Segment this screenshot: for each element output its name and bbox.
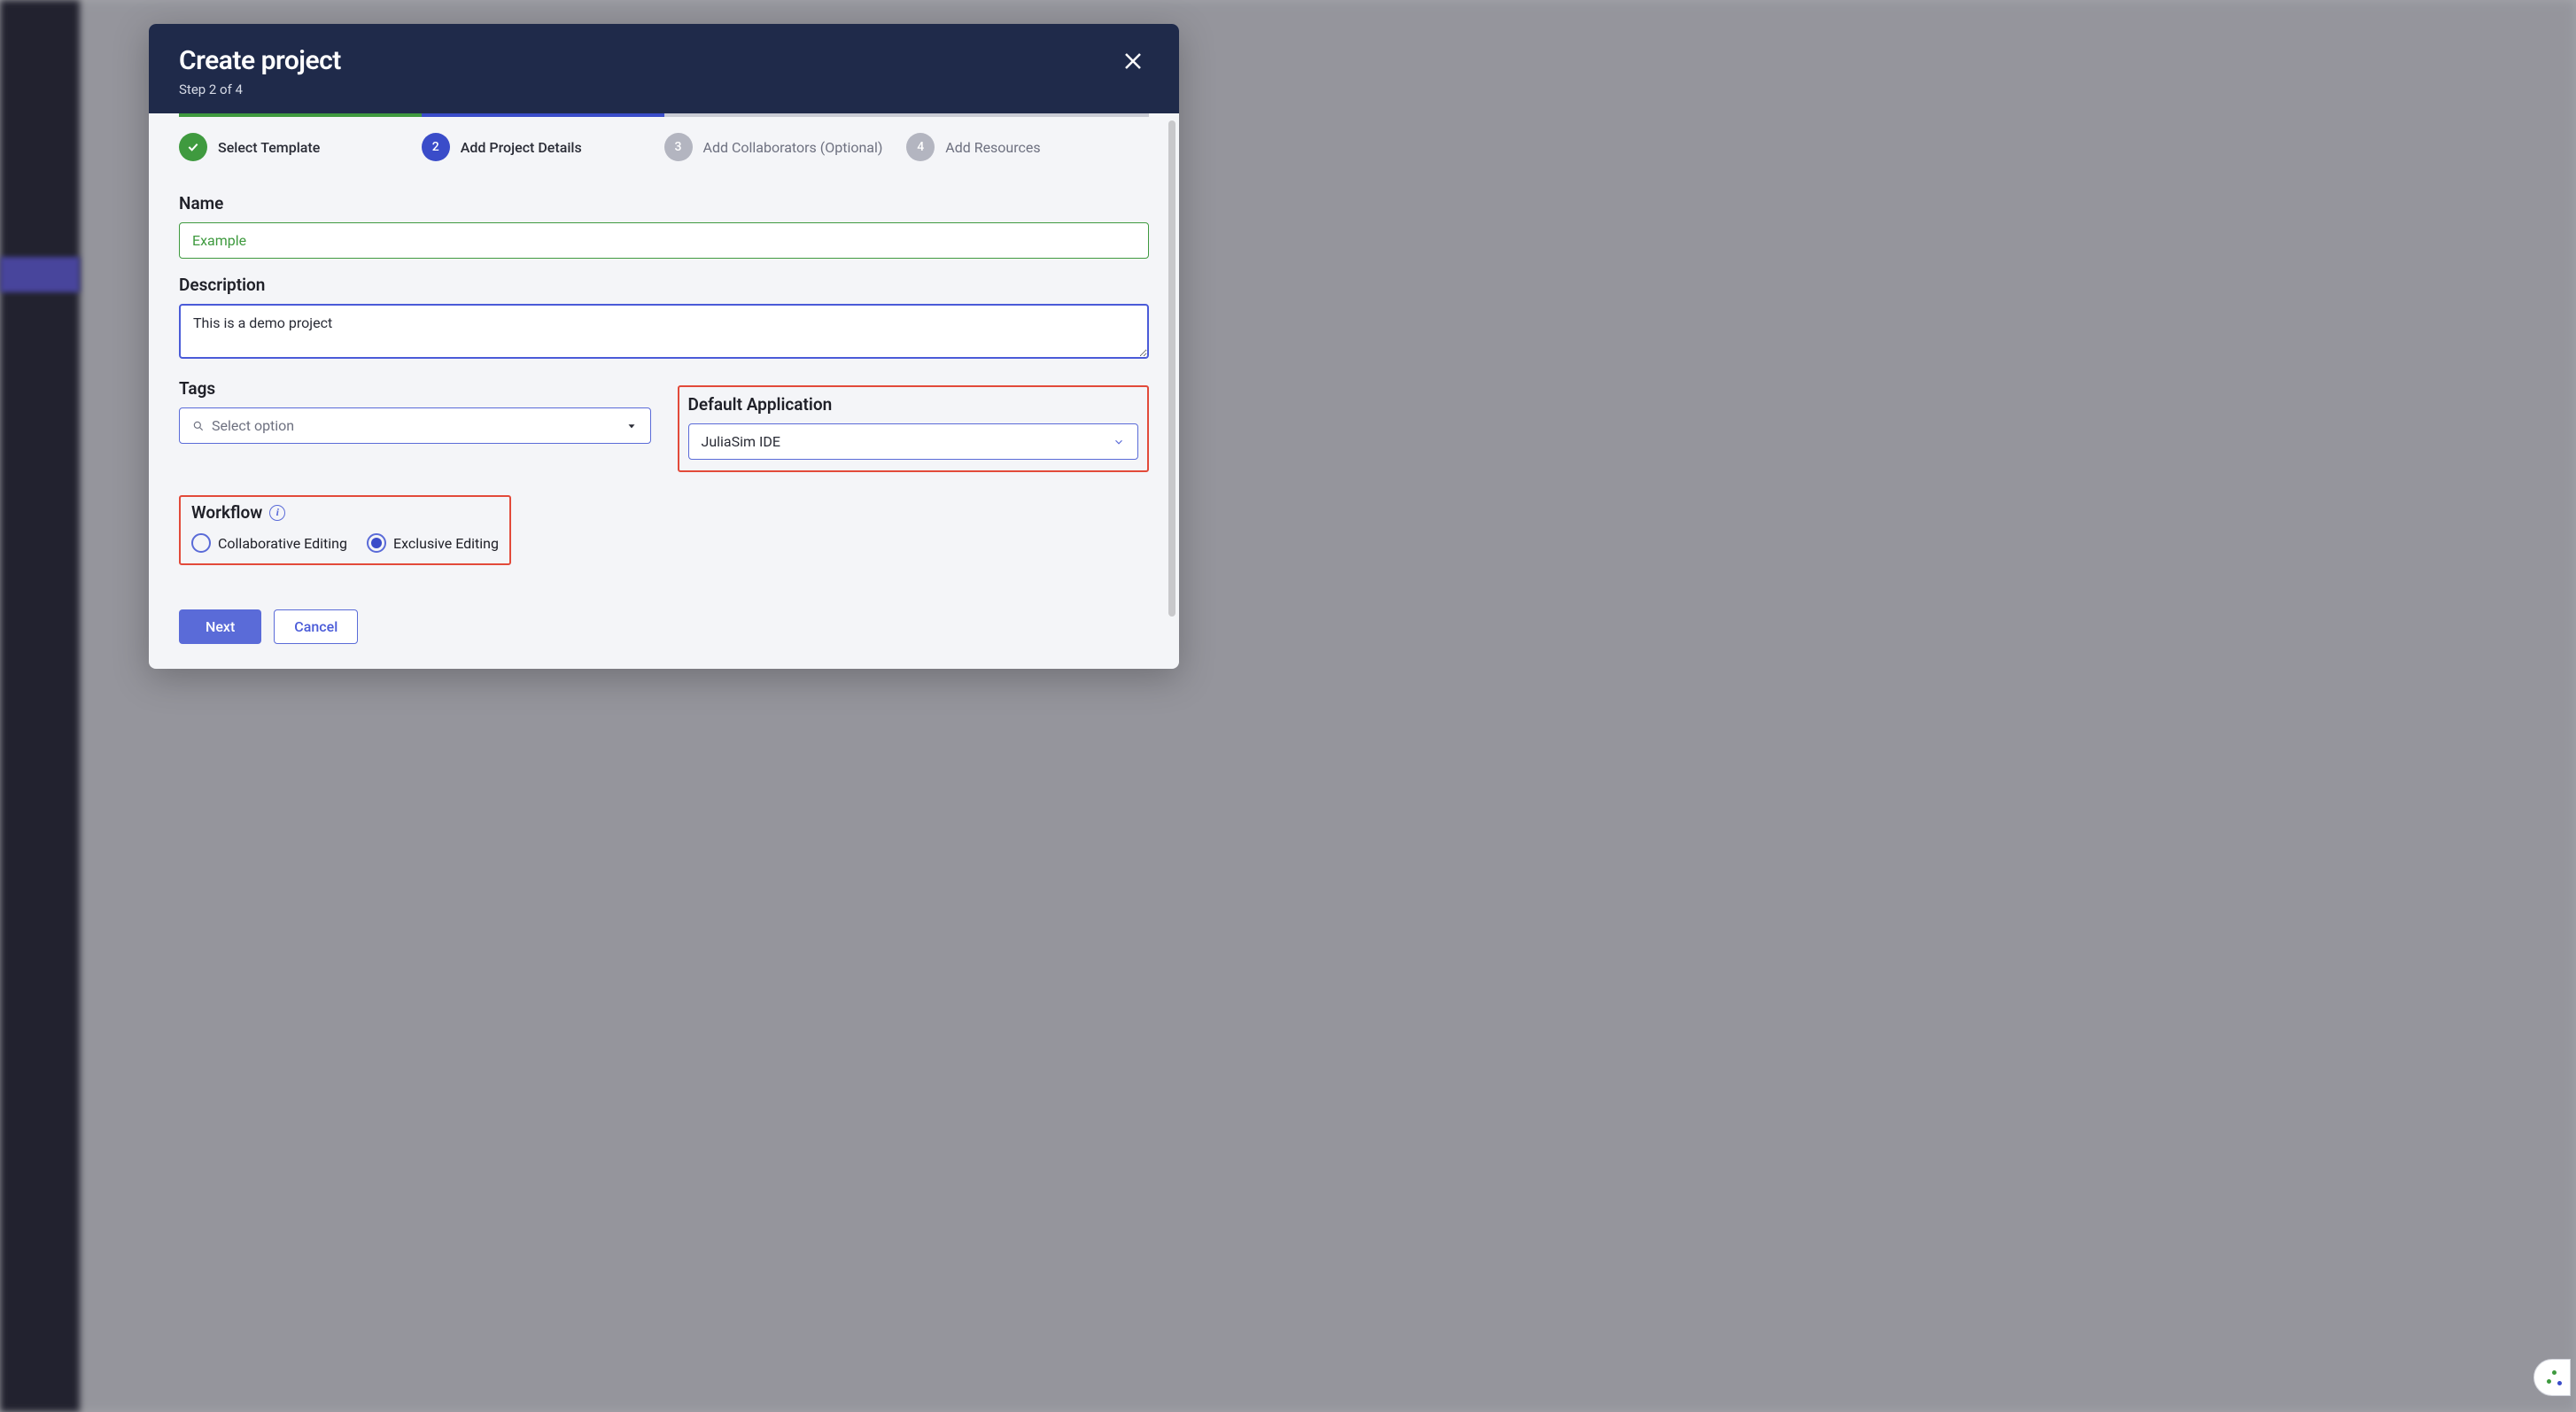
next-button[interactable]: Next bbox=[179, 609, 261, 644]
step-4-circle: 4 bbox=[906, 133, 935, 161]
caret-down-icon bbox=[625, 420, 638, 432]
cancel-button[interactable]: Cancel bbox=[274, 609, 358, 644]
modal-body: Select Template 2 Add Project Details 3 … bbox=[149, 113, 1179, 669]
description-group: Description bbox=[179, 275, 1149, 362]
modal-title: Create project bbox=[179, 45, 341, 76]
workflow-radio-group: Collaborative Editing Exclusive Editing bbox=[191, 533, 499, 553]
default-app-select[interactable]: JuliaSim IDE bbox=[688, 423, 1139, 460]
default-app-value: JuliaSim IDE bbox=[702, 433, 780, 450]
tags-label: Tags bbox=[179, 378, 651, 399]
radio-exclusive-circle bbox=[367, 533, 386, 553]
scrollbar[interactable] bbox=[1168, 120, 1175, 617]
description-input[interactable] bbox=[179, 304, 1149, 359]
cookie-widget[interactable] bbox=[2533, 1359, 2571, 1396]
info-icon[interactable]: i bbox=[269, 505, 285, 521]
name-group: Name bbox=[179, 193, 1149, 259]
radio-exclusive-label: Exclusive Editing bbox=[393, 535, 499, 552]
search-icon bbox=[192, 420, 205, 432]
default-app-highlight: Default Application JuliaSim IDE bbox=[678, 385, 1150, 472]
step-3-circle: 3 bbox=[664, 133, 693, 161]
check-icon bbox=[186, 140, 200, 154]
step-4-label: Add Resources bbox=[945, 139, 1040, 156]
cookie-dot-icon bbox=[2557, 1381, 2562, 1385]
step-collaborators[interactable]: 3 Add Collaborators (Optional) bbox=[664, 113, 907, 177]
radio-exclusive[interactable]: Exclusive Editing bbox=[367, 533, 499, 553]
workflow-highlight: Workflow i Collaborative Editing Exclusi… bbox=[179, 495, 511, 565]
modal-header: Create project Step 2 of 4 bbox=[149, 24, 1179, 113]
radio-collab-label: Collaborative Editing bbox=[218, 535, 347, 552]
radio-collab-circle bbox=[191, 533, 211, 553]
cookie-dot-icon bbox=[2547, 1379, 2551, 1384]
chevron-down-icon bbox=[1113, 436, 1125, 448]
close-button[interactable] bbox=[1117, 45, 1149, 77]
step-3-label: Add Collaborators (Optional) bbox=[703, 139, 883, 156]
name-label: Name bbox=[179, 193, 1149, 213]
workflow-label-text: Workflow bbox=[191, 502, 262, 523]
step-resources[interactable]: 4 Add Resources bbox=[906, 113, 1149, 177]
create-project-modal: Create project Step 2 of 4 Select Templa… bbox=[149, 24, 1179, 669]
step-2-circle: 2 bbox=[422, 133, 450, 161]
default-app-label: Default Application bbox=[688, 394, 1139, 415]
tags-placeholder: Select option bbox=[212, 417, 294, 434]
tags-select[interactable]: Select option bbox=[179, 407, 651, 444]
radio-collaborative[interactable]: Collaborative Editing bbox=[191, 533, 347, 553]
step-project-details[interactable]: 2 Add Project Details bbox=[422, 113, 664, 177]
close-icon bbox=[1122, 50, 1144, 72]
workflow-label: Workflow i bbox=[191, 502, 499, 523]
modal-step-indicator: Step 2 of 4 bbox=[179, 81, 341, 97]
stepper: Select Template 2 Add Project Details 3 … bbox=[179, 113, 1149, 177]
modal-footer: Next Cancel bbox=[179, 609, 1149, 644]
step-2-label: Add Project Details bbox=[461, 139, 582, 156]
tags-group: Tags Select option bbox=[179, 378, 651, 444]
step-1-circle bbox=[179, 133, 207, 161]
step-1-label: Select Template bbox=[218, 139, 320, 156]
step-select-template[interactable]: Select Template bbox=[179, 113, 422, 177]
default-app-group: Default Application JuliaSim IDE bbox=[678, 373, 1150, 472]
name-input[interactable] bbox=[179, 222, 1149, 259]
description-label: Description bbox=[179, 275, 1149, 295]
cookie-dot-icon bbox=[2552, 1370, 2557, 1375]
